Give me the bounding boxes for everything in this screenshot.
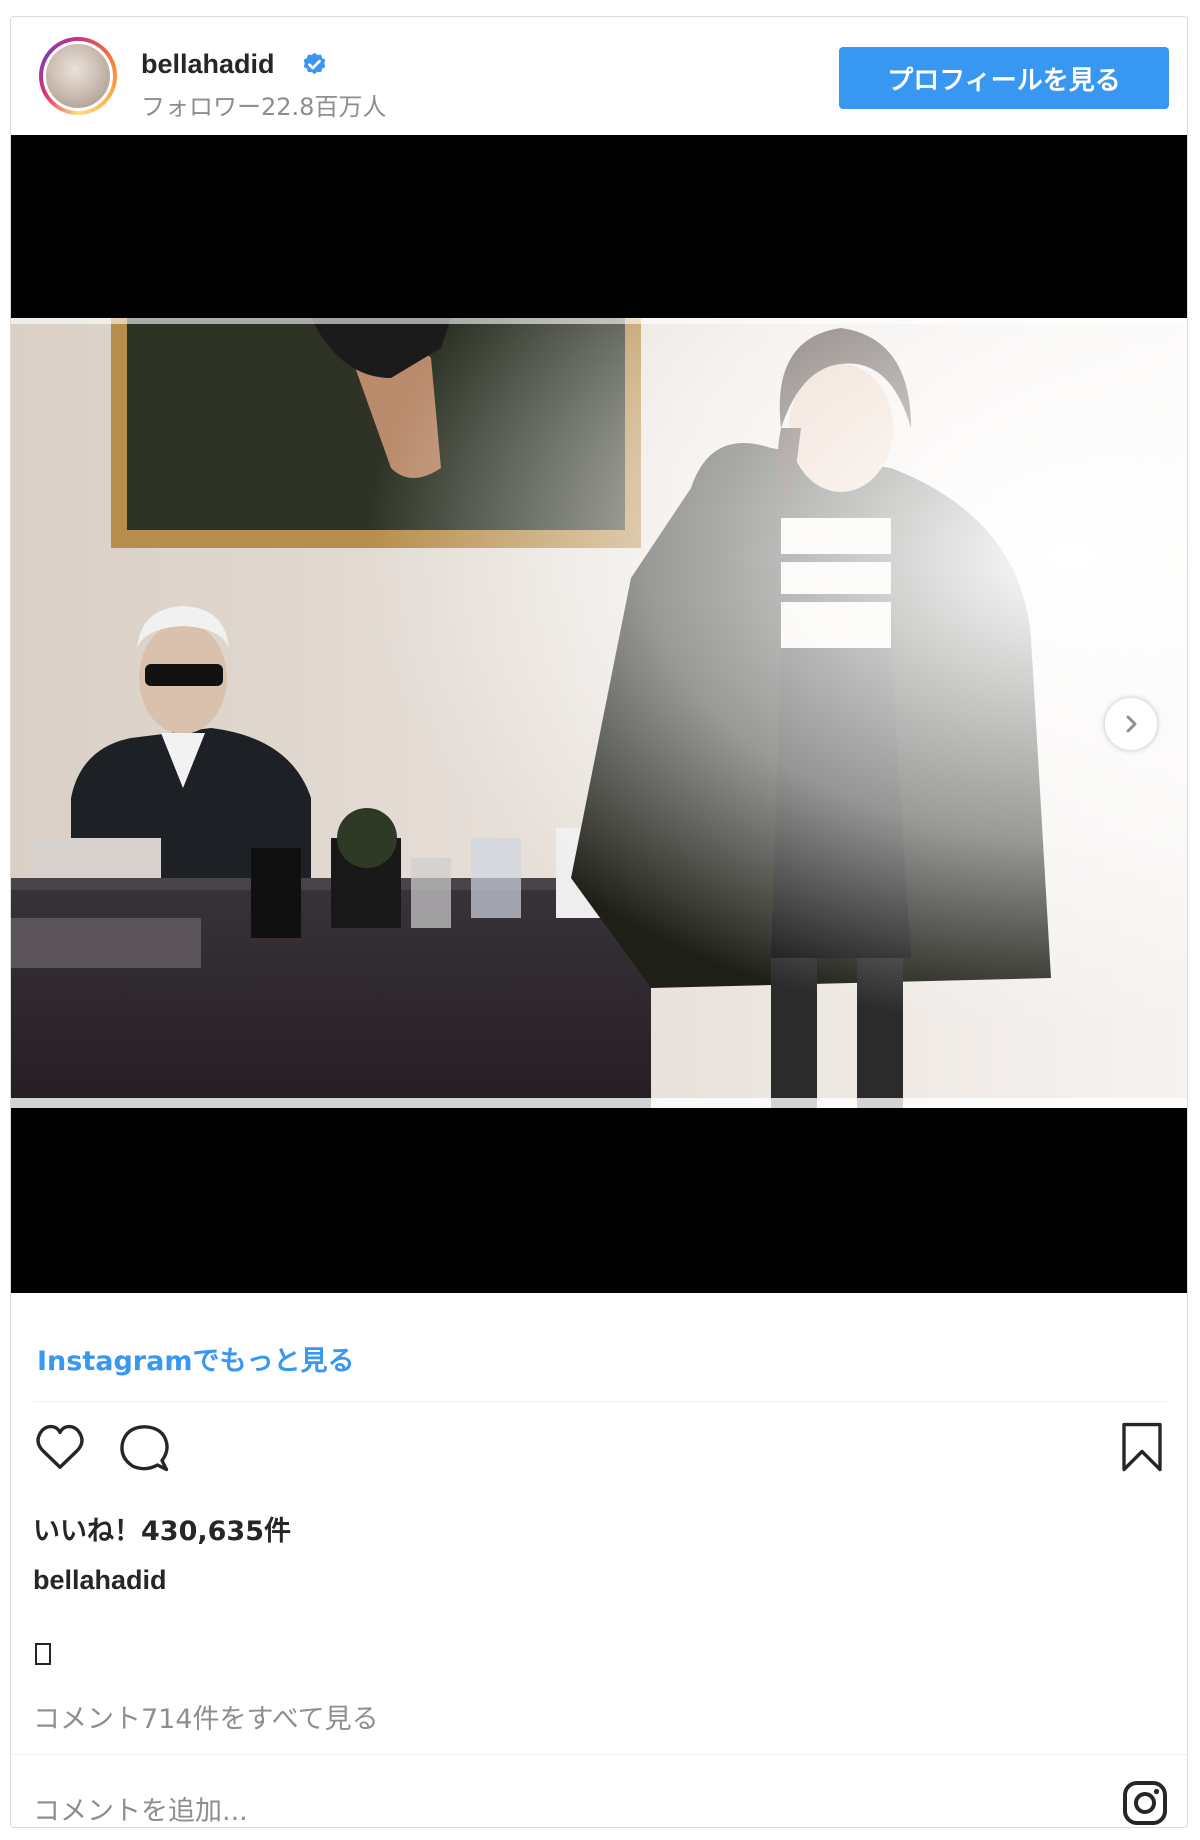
- post-header: bellahadid フォロワー22.8百万人 プロフィールを見る: [11, 17, 1187, 135]
- chevron-right-icon: [1126, 715, 1137, 733]
- verified-badge-icon: [303, 52, 326, 75]
- bookmark-icon[interactable]: [1115, 1420, 1169, 1474]
- divider: [33, 1401, 1167, 1402]
- view-more-on-instagram-link[interactable]: Instagramでもっと見る: [37, 1339, 354, 1378]
- follower-count: フォロワー22.8百万人: [141, 93, 387, 121]
- view-all-comments-link[interactable]: コメント714件をすべて見る: [33, 1697, 379, 1736]
- view-profile-button[interactable]: プロフィールを見る: [839, 47, 1169, 109]
- photo-illustration: [11, 318, 1187, 1108]
- caption-emoji-icon: [35, 1643, 51, 1665]
- comment-icon[interactable]: [117, 1420, 171, 1474]
- post-media[interactable]: [11, 135, 1187, 1293]
- username-link[interactable]: bellahadid: [141, 49, 275, 80]
- instagram-logo-icon[interactable]: [1121, 1779, 1169, 1827]
- add-comment-input[interactable]: コメントを追加...: [33, 1789, 248, 1827]
- next-slide-button[interactable]: [1105, 698, 1157, 750]
- caption-username[interactable]: bellahadid: [33, 1565, 167, 1596]
- like-count: いいね！430,635件: [33, 1516, 291, 1547]
- avatar-image: [43, 41, 113, 111]
- post-photo: [11, 318, 1187, 1108]
- divider: [11, 1754, 1187, 1755]
- heart-icon[interactable]: [33, 1420, 87, 1474]
- avatar[interactable]: [39, 37, 117, 115]
- instagram-embed: bellahadid フォロワー22.8百万人 プロフィールを見る Instag…: [10, 16, 1188, 1828]
